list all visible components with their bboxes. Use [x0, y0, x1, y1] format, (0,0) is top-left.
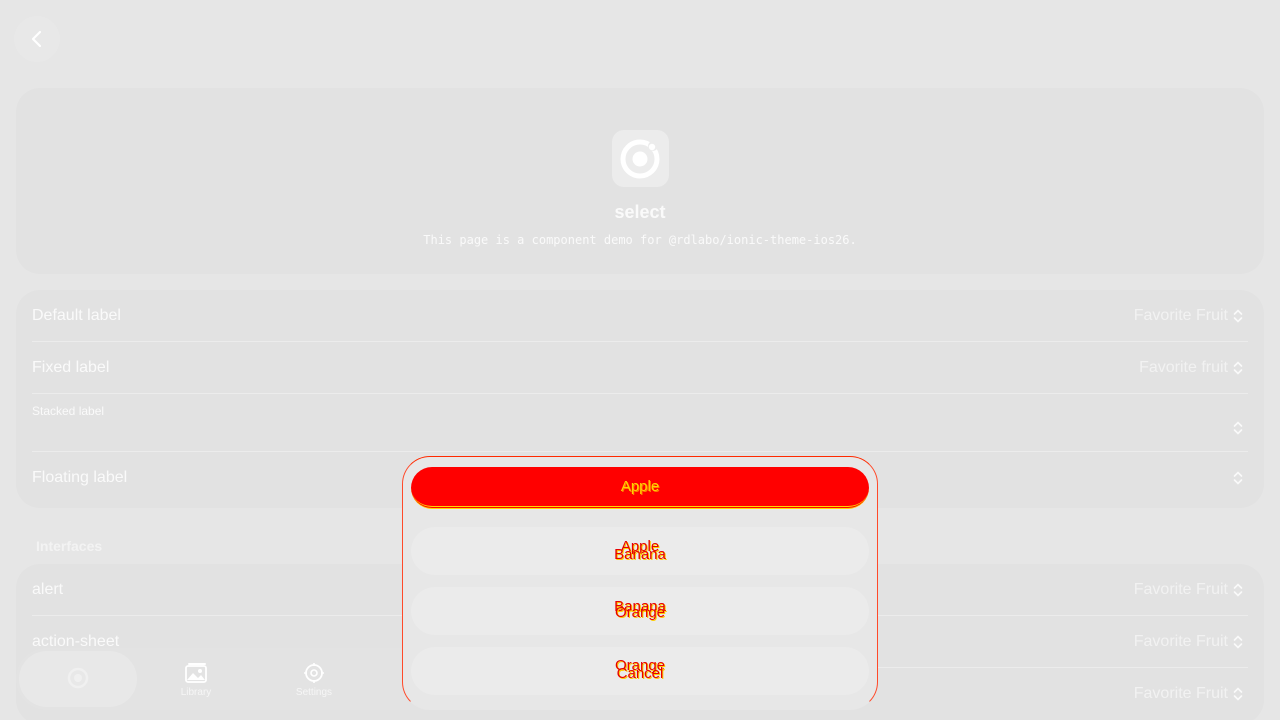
chevron-up-down-icon	[1233, 471, 1243, 485]
tab-settings[interactable]: Settings	[255, 651, 373, 707]
option-ghost-label: Orange	[614, 604, 666, 621]
tab-label: Library	[180, 686, 212, 698]
select-popover-menu: Apple Apple Banana Banana Orange Orange …	[402, 456, 878, 710]
chevron-up-down-icon	[1233, 582, 1243, 597]
back-button[interactable]	[14, 16, 60, 62]
chevron-up-down-icon	[1233, 421, 1243, 435]
select-stacked-label[interactable]: Stacked label	[32, 394, 1248, 452]
chevron-up-down-icon	[1233, 634, 1243, 649]
option-ghost-label: Cancel	[616, 665, 664, 682]
select-placeholder: Favorite fruit	[1139, 358, 1228, 376]
option-apple[interactable]: Apple Banana	[411, 527, 869, 575]
page-description: This page is a component demo for @rdlab…	[423, 233, 857, 247]
row-label: Fixed label	[32, 358, 110, 376]
gear-icon	[304, 662, 324, 683]
images-icon	[185, 662, 207, 683]
ionic-logo-icon	[611, 130, 669, 187]
hero-card: select This page is a component demo for…	[16, 88, 1264, 274]
chevron-left-icon	[31, 30, 42, 48]
select-default-label[interactable]: Default label Favorite Fruit	[32, 290, 1248, 342]
chevron-up-down-icon	[1233, 308, 1243, 323]
select-fixed-label[interactable]: Fixed label Favorite fruit	[32, 342, 1248, 394]
tab-library[interactable]: Library	[137, 651, 255, 707]
select-placeholder: Favorite Fruit	[1133, 632, 1228, 650]
tab-label: Settings	[295, 686, 333, 698]
row-label: Floating label	[32, 469, 128, 486]
option-ghost-label: Banana	[614, 546, 666, 563]
tab-home[interactable]	[19, 651, 137, 707]
ionic-logo-icon	[67, 667, 89, 689]
section-header-interfaces: Interfaces	[36, 538, 103, 554]
select-placeholder: Favorite Fruit	[1133, 580, 1228, 598]
row-label: Stacked label	[32, 404, 105, 418]
page-title: select	[614, 202, 666, 222]
chevron-up-down-icon	[1233, 360, 1243, 375]
row-label: alert	[32, 580, 64, 598]
option-apple-selected[interactable]: Apple	[411, 467, 869, 509]
option-banana[interactable]: Banana Orange	[411, 587, 869, 635]
option-orange[interactable]: Orange Cancel	[411, 647, 869, 695]
select-placeholder: Favorite Fruit	[1133, 306, 1228, 324]
row-label: Default label	[32, 306, 121, 324]
chevron-up-down-icon	[1233, 687, 1243, 701]
select-placeholder: Favorite Fruit	[1133, 685, 1228, 702]
option-label: Apple	[620, 478, 660, 495]
